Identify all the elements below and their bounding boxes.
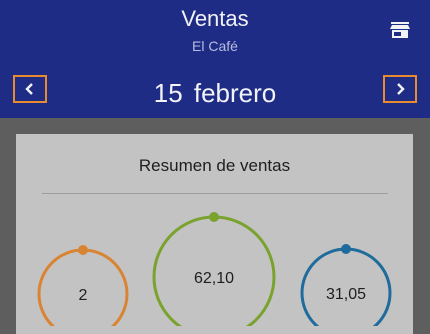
stat-value: 62,10 <box>194 270 234 287</box>
stat-value: 31,05 <box>326 286 366 303</box>
stat-circle-3: 31,05 <box>300 244 392 326</box>
stat-value: 2 <box>79 287 88 304</box>
summary-stats: 2 62,10 31,05 <box>37 212 392 326</box>
stat-circle-1: 2 <box>37 245 129 326</box>
stat-circle-2: 62,10 <box>152 212 276 326</box>
